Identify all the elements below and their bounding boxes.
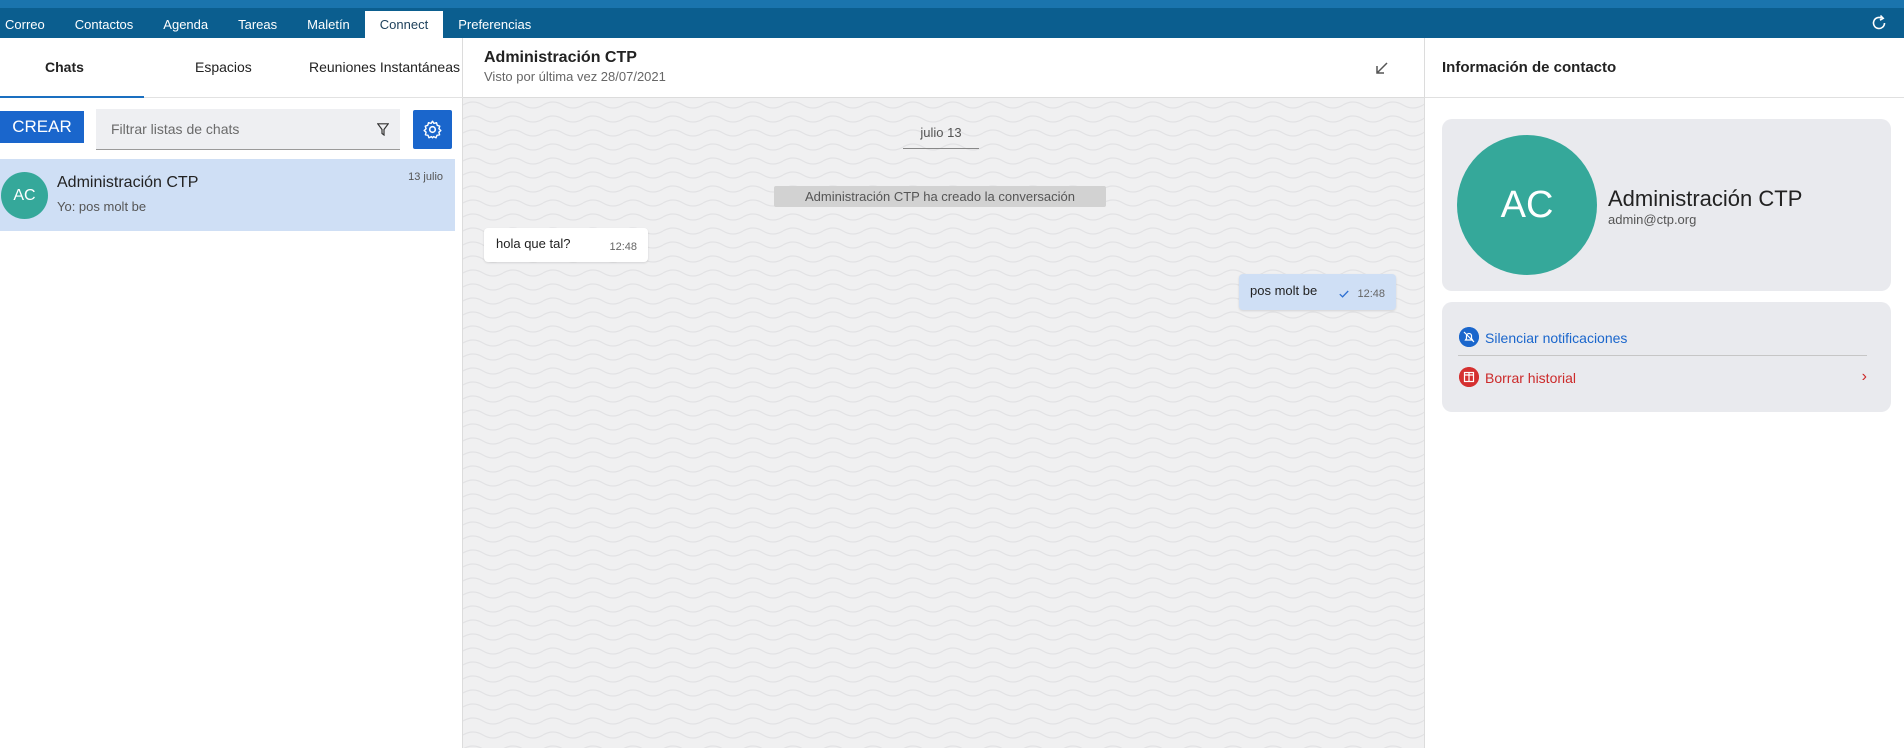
chat-settings-button[interactable] — [413, 110, 452, 149]
system-message: Administración CTP ha creado la conversa… — [774, 186, 1106, 207]
contact-email: admin@ctp.org — [1608, 212, 1697, 227]
contact-info-header: Información de contacto — [1425, 38, 1904, 98]
conversation-title: Administración CTP — [484, 49, 637, 66]
chevron-right-icon: › — [1861, 368, 1867, 385]
contact-actions-card: Silenciar notificaciones Borrar historia… — [1442, 302, 1891, 412]
active-tab-indicator — [0, 96, 144, 98]
chat-filter-field — [96, 109, 400, 150]
refresh-icon[interactable] — [1870, 14, 1888, 32]
tab-agenda[interactable]: Agenda — [148, 11, 223, 38]
tab-espacios[interactable]: Espacios — [195, 59, 252, 75]
conversation-panel: Administración CTP Visto por última vez … — [463, 38, 1424, 748]
contact-avatar: AC — [1457, 135, 1597, 275]
tab-preferencias[interactable]: Preferencias — [443, 11, 546, 38]
message-text: hola que tal? — [496, 236, 571, 251]
tab-reuniones-instantaneas[interactable]: Reuniones Instantáneas — [309, 59, 460, 75]
conversation-last-seen: Visto por última vez 28/07/2021 — [484, 69, 666, 84]
message-text: pos molt be — [1250, 283, 1318, 298]
message-time: 12:48 — [1357, 288, 1385, 300]
contact-card: AC Administración CTP admin@ctp.org — [1442, 119, 1891, 291]
avatar: AC — [1, 172, 48, 219]
filter-icon[interactable] — [377, 123, 389, 136]
create-button[interactable]: CREAR — [0, 111, 84, 143]
app-tabs: Correo Contactos Agenda Tareas Maletín C… — [0, 11, 546, 38]
conversation-header: Administración CTP Visto por última vez … — [463, 38, 1424, 98]
contact-name: Administración CTP — [1608, 186, 1803, 211]
contact-info-panel: Información de contacto AC Administració… — [1424, 38, 1904, 748]
tab-correo[interactable]: Correo — [0, 11, 60, 38]
message-area: julio 13 Administración CTP ha creado la… — [463, 98, 1424, 748]
mute-notifications-action[interactable]: Silenciar notificaciones — [1458, 322, 1867, 356]
chat-last-message: Yo: pos molt be — [57, 199, 147, 214]
incoming-message[interactable]: hola que tal? 12:48 — [484, 228, 648, 262]
chat-list-panel: Chats Espacios Reuniones Instantáneas CR… — [0, 38, 463, 748]
gear-icon — [423, 120, 442, 139]
chat-name: Administración CTP — [57, 174, 199, 191]
chat-list-item[interactable]: AC Administración CTP Yo: pos molt be 13… — [0, 159, 455, 231]
tab-maletin[interactable]: Maletín — [292, 11, 365, 38]
date-separator: julio 13 — [903, 125, 979, 149]
chat-filter-input[interactable] — [111, 109, 361, 149]
clear-history-label: Borrar historial — [1485, 370, 1577, 386]
mute-notifications-label: Silenciar notificaciones — [1485, 330, 1628, 346]
bell-off-icon — [1459, 327, 1479, 347]
tab-connect[interactable]: Connect — [364, 11, 444, 38]
tab-contactos[interactable]: Contactos — [60, 11, 149, 38]
tab-tareas[interactable]: Tareas — [223, 11, 292, 38]
message-time: 12:48 — [609, 241, 637, 253]
outgoing-message[interactable]: pos molt be 12:48 — [1239, 274, 1396, 310]
tab-chats[interactable]: Chats — [45, 59, 84, 75]
chat-panel-tabs: Chats Espacios Reuniones Instantáneas — [0, 38, 463, 98]
read-check-icon — [1339, 290, 1349, 298]
clear-history-action[interactable]: Borrar historial › — [1458, 362, 1867, 396]
top-navigation-bar: Correo Contactos Agenda Tareas Maletín C… — [0, 0, 1904, 38]
chat-date: 13 julio — [408, 171, 443, 183]
contact-info-title: Información de contacto — [1442, 59, 1617, 76]
collapse-icon[interactable] — [1374, 60, 1390, 76]
trash-icon — [1459, 367, 1479, 387]
